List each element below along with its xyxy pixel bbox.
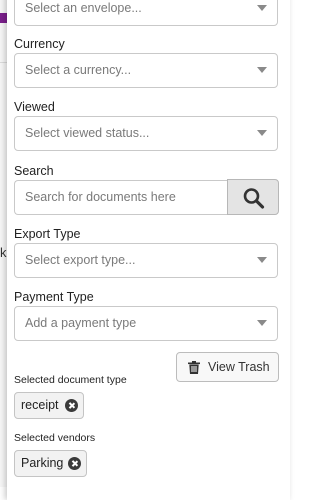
view-trash-button[interactable]: View Trash xyxy=(176,352,279,382)
search-label: Search xyxy=(14,164,54,178)
chevron-down-icon xyxy=(257,320,267,326)
view-trash-label: View Trash xyxy=(208,360,270,374)
viewed-select[interactable]: Select viewed status... xyxy=(14,116,278,151)
chevron-down-icon xyxy=(257,67,267,73)
selected-vendors-label: Selected vendors xyxy=(14,432,96,444)
viewed-select-placeholder: Select viewed status... xyxy=(25,126,150,140)
remove-chip-icon[interactable] xyxy=(65,399,78,412)
search-icon xyxy=(243,188,265,209)
chevron-down-icon xyxy=(257,130,267,136)
currency-select[interactable]: Select a currency... xyxy=(14,53,278,88)
chevron-down-icon xyxy=(257,257,267,263)
remove-chip-icon[interactable] xyxy=(68,457,81,470)
vendor-chip: Parking xyxy=(14,450,87,477)
vendor-chip-label: Parking xyxy=(21,456,64,470)
export-type-select-placeholder: Select export type... xyxy=(25,253,136,267)
search-button[interactable] xyxy=(227,179,279,215)
payment-type-select[interactable]: Add a payment type xyxy=(14,306,278,341)
document-type-chip: receipt xyxy=(14,392,84,419)
background-partial-text: k xyxy=(0,245,7,260)
viewed-label: Viewed xyxy=(14,100,55,114)
currency-select-placeholder: Select a currency... xyxy=(25,63,132,77)
envelope-select-placeholder: Select an envelope... xyxy=(25,1,142,15)
search-input-placeholder: Search for documents here xyxy=(25,190,176,204)
currency-label: Currency xyxy=(14,37,65,51)
trash-icon xyxy=(188,361,200,374)
export-type-label: Export Type xyxy=(14,227,81,241)
search-input[interactable]: Search for documents here xyxy=(14,180,228,215)
payment-type-select-placeholder: Add a payment type xyxy=(25,316,137,330)
payment-type-label: Payment Type xyxy=(14,290,94,304)
document-type-chip-label: receipt xyxy=(21,398,59,412)
chevron-down-icon xyxy=(257,5,267,11)
export-type-select[interactable]: Select export type... xyxy=(14,243,278,278)
selected-document-type-label: Selected document type xyxy=(14,374,127,386)
envelope-select[interactable]: Select an envelope... xyxy=(14,0,278,26)
